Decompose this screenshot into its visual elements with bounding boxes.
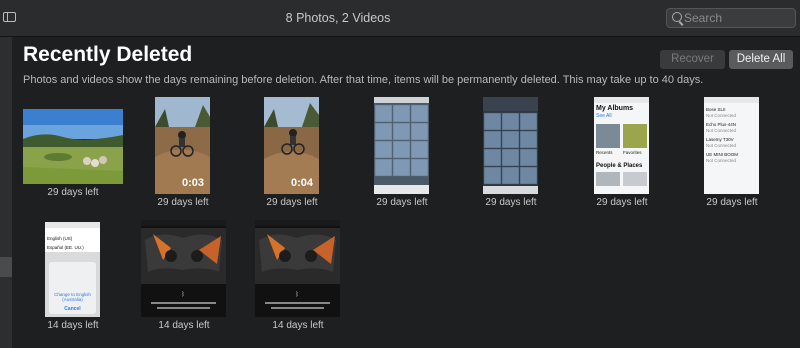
svg-text:ᛒ: ᛒ (295, 291, 299, 298)
days-left-label: 29 days left (706, 197, 758, 208)
screenshot-tile[interactable]: Bose SLII Not Connected Echo Plus-44N No… (704, 97, 759, 227)
window-title: 8 Photos, 2 Videos (285, 11, 391, 25)
controller-thumbnail: ᛒ (255, 220, 340, 317)
screenshot-tile[interactable]: 29 days left (374, 97, 429, 227)
recover-button[interactable]: Recover (660, 50, 725, 69)
language-option: Español (EE. UU.) (45, 243, 100, 252)
photo-grid-thumbnail (483, 97, 538, 194)
days-left-label: 14 days left (47, 320, 99, 331)
cyclist-video-thumbnail: 0:04 (264, 97, 319, 194)
days-left-label: 29 days left (596, 197, 648, 208)
video-tile[interactable]: 0:03 29 days left (155, 97, 210, 227)
days-left-label: 29 days left (485, 197, 537, 208)
people-places-label: People & Places (596, 163, 643, 169)
days-left-label: 29 days left (376, 197, 428, 208)
favorites-label: Favorites (623, 150, 642, 155)
bluetooth-device: Lasemy T30V Not Connected (706, 137, 737, 148)
albums-title: My Albums (596, 105, 634, 112)
language-option: English (US) (45, 228, 100, 243)
search-field[interactable] (666, 8, 796, 28)
sidebar-edge (0, 37, 12, 348)
days-left-label: 14 days left (158, 320, 210, 331)
days-left-label: 29 days left (266, 197, 318, 208)
main-content: Recently Deleted Recover Delete All Phot… (12, 37, 800, 348)
video-duration: 0:04 (290, 177, 313, 189)
title-bar: 8 Photos, 2 Videos (0, 0, 800, 37)
search-icon (672, 12, 682, 22)
cyclist-video-thumbnail: 0:03 (155, 97, 210, 194)
days-left-label: 14 days left (272, 320, 324, 331)
photo-grid-thumbnail (374, 97, 429, 194)
svg-text:ᛒ: ᛒ (181, 291, 185, 298)
bluetooth-thumbnail: Bose SLII Not Connected Echo Plus-44N No… (704, 97, 759, 194)
search-input[interactable] (684, 11, 789, 25)
cancel-button: Cancel (64, 306, 81, 312)
video-duration: 0:03 (181, 177, 204, 189)
albums-thumbnail: My Albums See All Recents Favorites Peop… (594, 97, 649, 194)
photo-tile[interactable]: 29 days left (23, 109, 123, 229)
screenshot-tile[interactable]: English (US) Español (EE. UU.) Change to… (45, 222, 100, 331)
bluetooth-device: UE MINI BOOM Not Connected (706, 152, 739, 163)
delete-all-button[interactable]: Delete All (729, 50, 793, 69)
screenshot-tile[interactable]: ᛒ 14 days left (141, 220, 226, 331)
sidebar-selection[interactable] (0, 257, 12, 277)
screenshot-tile[interactable]: ᛒ 14 days left (255, 220, 340, 331)
description-text: Photos and videos show the days remainin… (23, 74, 704, 86)
page-title: Recently Deleted (23, 43, 193, 66)
recents-label: Recents (596, 150, 613, 155)
screenshot-tile[interactable]: 29 days left (483, 97, 538, 227)
bluetooth-device: Bose SLII Not Connected (706, 107, 737, 118)
change-language-button: Change to English (Australia) (54, 292, 91, 302)
language-thumbnail: English (US) Español (EE. UU.) Change to… (45, 222, 100, 317)
days-left-label: 29 days left (47, 187, 99, 198)
video-tile[interactable]: 0:04 29 days left (264, 97, 319, 227)
see-all-link: See All (596, 113, 612, 119)
bluetooth-device: Echo Plus-44N Not Connected (706, 122, 737, 133)
landscape-thumbnail (23, 109, 123, 184)
screenshot-tile[interactable]: My Albums See All Recents Favorites Peop… (594, 97, 649, 227)
days-left-label: 29 days left (157, 197, 209, 208)
controller-thumbnail: ᛒ (141, 220, 226, 317)
